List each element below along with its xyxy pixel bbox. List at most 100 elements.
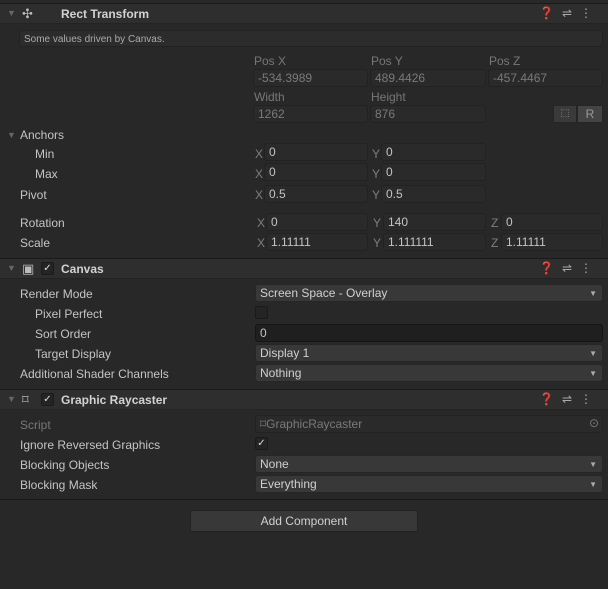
x-axis-label: X <box>255 167 264 181</box>
y-axis-label: Y <box>372 188 381 202</box>
raycaster-icon: ⌑ <box>22 392 29 407</box>
dropdown-value: None <box>260 457 289 471</box>
pixel-perfect-checkbox[interactable] <box>255 306 268 319</box>
canvas-icon: ▣ <box>22 261 35 276</box>
pos-z-label: Pos Z <box>489 54 521 68</box>
y-axis-label: Y <box>373 236 382 250</box>
ignore-reversed-checkbox[interactable]: ✓ <box>255 437 268 450</box>
foldout-arrow-icon[interactable]: ▼ <box>7 263 16 273</box>
shader-channels-dropdown[interactable]: Nothing ▼ <box>255 364 603 382</box>
pivot-label: Pivot <box>20 188 47 202</box>
component-title: Graphic Raycaster <box>61 393 168 407</box>
pos-y-field[interactable]: 489.4426 <box>370 69 486 87</box>
target-display-label: Target Display <box>35 347 112 361</box>
pos-y-label: Pos Y <box>371 54 403 68</box>
dropdown-value: Everything <box>260 477 317 491</box>
ignore-reversed-label: Ignore Reversed Graphics <box>20 438 161 452</box>
height-label: Height <box>371 90 406 104</box>
blocking-objects-dropdown[interactable]: None ▼ <box>255 455 603 473</box>
add-component-button[interactable]: Add Component <box>190 510 418 532</box>
chevron-down-icon: ▼ <box>589 460 597 469</box>
blueprint-mode-button[interactable]: ⬚ <box>553 105 577 123</box>
kebab-menu-icon[interactable]: ⋮ <box>580 6 600 20</box>
dropdown-value: Screen Space - Overlay <box>260 286 388 300</box>
header-icons: ❓⇌⋮ <box>539 261 600 275</box>
x-axis-label: X <box>255 188 264 202</box>
shader-channels-label: Additional Shader Channels <box>20 367 169 381</box>
sliders-icon[interactable]: ⇌ <box>562 261 580 275</box>
script-label: Script <box>20 418 51 432</box>
blocking-objects-label: Blocking Objects <box>20 458 110 472</box>
width-field[interactable]: 1262 <box>253 105 368 123</box>
scale-x-field[interactable]: 1.11111 <box>266 233 368 251</box>
help-icon[interactable]: ❓ <box>539 261 562 275</box>
chevron-down-icon: ▼ <box>589 369 597 378</box>
blocking-mask-dropdown[interactable]: Everything ▼ <box>255 475 603 493</box>
anchors-foldout-icon[interactable]: ▼ <box>7 130 16 140</box>
chevron-down-icon: ▼ <box>589 349 597 358</box>
scale-label: Scale <box>20 236 51 250</box>
raycaster-enabled-checkbox[interactable]: ✓ <box>41 393 54 406</box>
max-label: Max <box>35 167 58 181</box>
pixel-perfect-label: Pixel Perfect <box>35 307 103 321</box>
pivot-x-field[interactable]: 0.5 <box>264 185 368 203</box>
sort-order-field[interactable]: 0 <box>255 324 603 342</box>
width-label: Width <box>254 90 285 104</box>
pivot-y-field[interactable]: 0.5 <box>381 185 486 203</box>
kebab-menu-icon[interactable]: ⋮ <box>580 392 600 406</box>
sliders-icon[interactable]: ⇌ <box>562 392 580 406</box>
anchor-min-x-field[interactable]: 0 <box>264 143 368 161</box>
graphic-raycaster-header[interactable]: ▼ ⌑ ✓ Graphic Raycaster ❓⇌⋮ <box>0 389 608 410</box>
height-field[interactable]: 876 <box>370 105 486 123</box>
y-axis-label: Y <box>373 216 382 230</box>
z-axis-label: Z <box>491 236 499 250</box>
scale-y-field[interactable]: 1.111111 <box>383 233 486 251</box>
script-field: ⌑GraphicRaycaster ⊙ <box>255 415 603 433</box>
dropdown-value: Display 1 <box>260 346 310 360</box>
foldout-arrow-icon[interactable]: ▼ <box>7 394 16 404</box>
anchor-max-y-field[interactable]: 0 <box>381 163 486 181</box>
sort-order-label: Sort Order <box>35 327 92 341</box>
help-icon[interactable]: ❓ <box>539 392 562 406</box>
rotation-label: Rotation <box>20 216 65 230</box>
pos-z-field[interactable]: -457.4467 <box>488 69 603 87</box>
rotation-z-field[interactable]: 0 <box>501 213 603 231</box>
target-display-dropdown[interactable]: Display 1 ▼ <box>255 344 603 362</box>
anchor-max-x-field[interactable]: 0 <box>264 163 368 181</box>
rotation-x-field[interactable]: 0 <box>266 213 368 231</box>
chevron-down-icon: ▼ <box>589 480 597 489</box>
x-axis-label: X <box>257 236 266 250</box>
min-label: Min <box>35 147 55 161</box>
raw-edit-button[interactable]: R <box>577 105 603 123</box>
z-axis-label: Z <box>491 216 499 230</box>
chevron-down-icon: ▼ <box>589 289 597 298</box>
x-axis-label: X <box>257 216 266 230</box>
object-picker-icon[interactable]: ⊙ <box>589 416 599 431</box>
pos-x-field[interactable]: -534.3989 <box>253 69 368 87</box>
script-name: GraphicRaycaster <box>266 417 363 431</box>
help-icon[interactable]: ❓ <box>539 6 562 20</box>
y-axis-label: Y <box>372 167 381 181</box>
header-icons: ❓⇌⋮ <box>539 392 600 406</box>
y-axis-label: Y <box>372 147 381 161</box>
rect-transform-header[interactable]: ▼ ✣ Rect Transform ❓⇌⋮ <box>0 3 608 24</box>
dropdown-value: Nothing <box>260 366 302 380</box>
rect-transform-icon: ✣ <box>22 6 33 21</box>
divider <box>0 499 608 500</box>
blocking-mask-label: Blocking Mask <box>20 478 98 492</box>
sliders-icon[interactable]: ⇌ <box>562 6 580 20</box>
scale-z-field[interactable]: 1.11111 <box>501 233 603 251</box>
foldout-arrow-icon[interactable]: ▼ <box>7 8 16 18</box>
component-title: Canvas <box>61 262 104 276</box>
canvas-enabled-checkbox[interactable]: ✓ <box>41 262 54 275</box>
anchor-min-y-field[interactable]: 0 <box>381 143 486 161</box>
anchors-label[interactable]: Anchors <box>20 128 64 142</box>
canvas-header[interactable]: ▼ ▣ ✓ Canvas ❓⇌⋮ <box>0 258 608 279</box>
help-box: Some values driven by Canvas. <box>19 30 603 47</box>
component-title: Rect Transform <box>61 7 150 21</box>
kebab-menu-icon[interactable]: ⋮ <box>580 261 600 275</box>
rotation-y-field[interactable]: 140 <box>383 213 486 231</box>
x-axis-label: X <box>255 147 264 161</box>
render-mode-dropdown[interactable]: Screen Space - Overlay ▼ <box>255 284 603 302</box>
header-icons: ❓⇌⋮ <box>539 6 600 20</box>
